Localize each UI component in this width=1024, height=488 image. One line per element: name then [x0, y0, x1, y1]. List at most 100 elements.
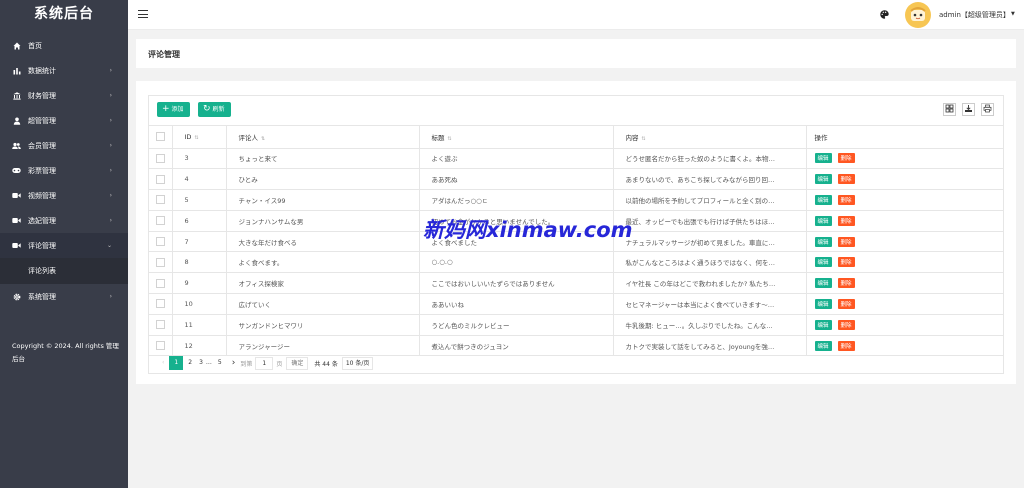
delete-button[interactable]: 删除	[837, 319, 855, 330]
goto-suffix: 页	[276, 360, 283, 368]
delete-button[interactable]: 删除	[837, 174, 855, 185]
row-checkbox[interactable]	[156, 320, 165, 330]
row-checkbox[interactable]	[156, 237, 165, 247]
edit-button[interactable]: 编辑	[814, 236, 832, 247]
edit-button[interactable]: 编辑	[814, 298, 832, 309]
cell-content: ナチュラルマッサージが初めて見ました。車直に…	[613, 231, 807, 253]
page-size-select[interactable]: 10 条/页	[341, 356, 374, 370]
row-select-cell	[149, 272, 173, 295]
chevron-right-icon: ›	[109, 293, 112, 300]
cell-id: 3	[172, 148, 227, 170]
cell-id: 5	[172, 189, 227, 211]
sidebar-item-finance[interactable]: 财务管理 ›	[0, 83, 128, 108]
table-row: 8 よく食べます。 ○.○.○ 私がこんなところはよく通うほうではなく、何を… 编辑 删除	[149, 251, 1004, 274]
edit-button[interactable]: 编辑	[814, 278, 832, 289]
menu-toggle-icon[interactable]	[138, 10, 148, 18]
page-button[interactable]: 3	[197, 356, 205, 370]
edit-button[interactable]: 编辑	[814, 215, 832, 226]
column-header-user[interactable]: 评论人 ⇅	[226, 126, 420, 149]
delete-button[interactable]: 删除	[837, 298, 855, 309]
add-button[interactable]: + 添加	[157, 102, 190, 117]
delete-button[interactable]: 删除	[837, 236, 855, 247]
video-icon	[12, 241, 21, 250]
chevron-right-icon: ›	[109, 142, 112, 149]
delete-button[interactable]: 删除	[837, 278, 855, 289]
row-select-cell	[149, 168, 173, 191]
row-select-cell	[149, 314, 173, 336]
page-button[interactable]: 5	[213, 356, 227, 370]
row-checkbox[interactable]	[156, 341, 165, 351]
table-body: 3 ちょっと来て よく遊ぶ どうせ匿名だから狂った奴のように書くよ。本物… 编辑 删除 4 ひ…	[149, 148, 1004, 357]
row-checkbox[interactable]	[156, 174, 165, 184]
prev-page-button[interactable]: ‹	[157, 356, 169, 370]
row-checkbox[interactable]	[156, 299, 165, 309]
delete-button[interactable]: 删除	[837, 340, 855, 351]
refresh-button[interactable]: ↻ 刷新	[198, 102, 231, 117]
page-button[interactable]: 1	[169, 356, 184, 370]
edit-button[interactable]: 编辑	[814, 174, 832, 185]
select-all-cell	[149, 126, 173, 149]
edit-button[interactable]: 编辑	[814, 194, 832, 205]
user-name[interactable]: admin【超级管理员】	[939, 10, 1010, 20]
refresh-icon: ↻	[203, 104, 211, 114]
print-icon[interactable]	[981, 103, 994, 116]
sidebar-item-lottery[interactable]: 彩票管理 ›	[0, 158, 128, 183]
page-button[interactable]: 2	[183, 356, 197, 370]
table-row: 12 アランジャージー 煮込んで餅つきのジュヨン カトクで実装して話をしてみると、Jo…	[149, 335, 1004, 357]
table-row: 5 チャン・イス99 アダはんだっ○○ㄷ 以前他の場所を予約してプロフィールと全く別の…	[149, 189, 1004, 211]
row-checkbox[interactable]	[156, 278, 165, 288]
palette-icon[interactable]	[880, 10, 889, 19]
goto-prefix: 到第	[240, 360, 253, 368]
column-header-content[interactable]: 内容 ⇅	[613, 126, 807, 149]
edit-button[interactable]: 编辑	[814, 340, 832, 351]
chevron-right-icon: ›	[109, 217, 112, 224]
sidebar-item-system[interactable]: 系统管理 ›	[0, 284, 128, 309]
edit-button[interactable]: 编辑	[814, 153, 832, 164]
sort-icon[interactable]: ⇅	[642, 136, 646, 142]
columns-filter-icon[interactable]	[943, 103, 956, 116]
caret-down-icon[interactable]: ▼	[1011, 11, 1015, 17]
sidebar-item-members[interactable]: 会员管理 ›	[0, 133, 128, 158]
goto-page-input[interactable]: 1	[255, 356, 274, 370]
gear-icon	[12, 292, 21, 301]
cell-user: 広げていく	[226, 293, 420, 315]
sidebar-item-admin[interactable]: 超管管理 ›	[0, 108, 128, 133]
cell-id: 10	[172, 293, 227, 315]
cell-actions: 编辑 删除	[806, 189, 1004, 211]
row-checkbox[interactable]	[156, 195, 165, 205]
avatar[interactable]	[905, 2, 931, 28]
sidebar-subitem-comment-list[interactable]: 评论列表	[0, 258, 128, 284]
column-header-title[interactable]: 标题 ⇅	[419, 126, 614, 149]
row-checkbox[interactable]	[156, 153, 165, 163]
delete-button[interactable]: 删除	[837, 257, 855, 268]
delete-button[interactable]: 删除	[837, 153, 855, 164]
cell-title: ああ死ぬ	[419, 168, 614, 191]
sidebar-item-home[interactable]: 首页	[0, 33, 128, 58]
sidebar-item-label: 评论管理	[28, 241, 56, 250]
sidebar-item-comments[interactable]: 评论管理 ⌄	[0, 233, 128, 258]
edit-button[interactable]: 编辑	[814, 319, 832, 330]
delete-button[interactable]: 删除	[837, 194, 855, 205]
select-all-checkbox[interactable]	[156, 132, 165, 142]
column-header-id[interactable]: ID ⇅	[172, 126, 227, 149]
sidebar-item-selection[interactable]: 选妃管理 ›	[0, 208, 128, 233]
sidebar-item-label: 系统管理	[28, 292, 56, 301]
cell-content: 以前他の場所を予約してプロフィールと全く別の…	[613, 189, 807, 211]
edit-button[interactable]: 编辑	[814, 257, 832, 268]
next-page-button[interactable]: ›	[227, 356, 241, 370]
export-icon[interactable]	[962, 103, 975, 116]
table-header-row: ID ⇅ 评论人 ⇅ 标题 ⇅ 内容 ⇅ 操作	[149, 126, 1004, 149]
table-row: 4 ひとみ ああ死ぬ あまりないので、あちこち探してみながら回り回… 编辑 删除	[149, 168, 1004, 191]
row-checkbox[interactable]	[156, 257, 165, 267]
sort-icon[interactable]: ⇅	[194, 135, 198, 141]
bank-icon	[12, 91, 21, 100]
sidebar-item-statistics[interactable]: 数据统计 ›	[0, 58, 128, 83]
cell-id: 9	[172, 272, 227, 295]
sidebar-item-video[interactable]: 视频管理 ›	[0, 183, 128, 208]
sort-icon[interactable]: ⇅	[261, 136, 265, 142]
sort-icon[interactable]: ⇅	[448, 136, 452, 142]
top-header: admin【超级管理员】 ▼	[128, 0, 1024, 30]
goto-confirm-button[interactable]: 确定	[286, 356, 309, 370]
delete-button[interactable]: 删除	[837, 215, 855, 226]
row-checkbox[interactable]	[156, 216, 165, 226]
